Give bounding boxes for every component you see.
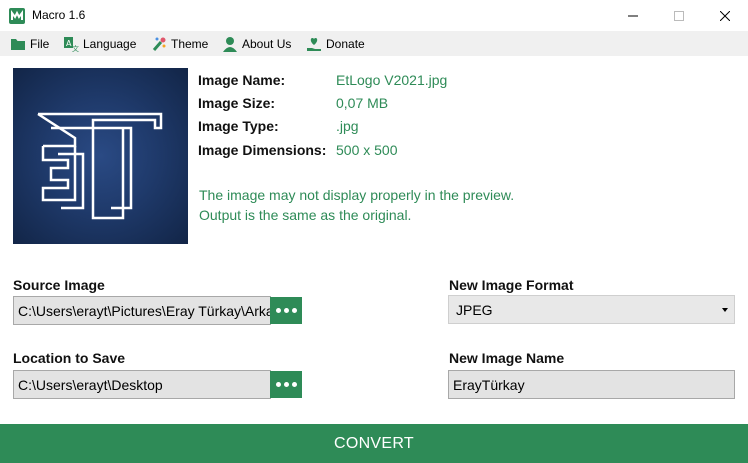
dropdown-arrow-icon bbox=[722, 308, 728, 312]
image-format-value: JPEG bbox=[456, 301, 493, 318]
svg-text:文: 文 bbox=[72, 44, 79, 52]
folder-icon bbox=[10, 36, 26, 52]
image-type-value: .jpg bbox=[336, 118, 359, 134]
title-bar: Macro 1.6 bbox=[0, 0, 748, 31]
menu-donate[interactable]: Donate bbox=[306, 34, 365, 53]
image-dimensions-value: 500 x 500 bbox=[336, 142, 398, 158]
et-logo-image bbox=[37, 112, 163, 220]
person-icon bbox=[222, 36, 238, 52]
convert-button[interactable]: CONVERT bbox=[0, 424, 748, 463]
heart-hand-icon bbox=[306, 36, 322, 52]
image-format-select[interactable]: JPEG bbox=[448, 295, 735, 324]
image-name-value: EtLogo V2021.jpg bbox=[336, 72, 448, 88]
save-location-label: Location to Save bbox=[13, 350, 126, 366]
minimize-button[interactable] bbox=[610, 0, 656, 31]
translate-icon: A文 bbox=[63, 36, 79, 53]
menu-donate-label: Donate bbox=[326, 36, 365, 51]
maximize-button[interactable] bbox=[656, 0, 702, 31]
source-image-input[interactable]: C:\Users\erayt\Pictures\Eray Türkay\Arka… bbox=[13, 296, 271, 325]
new-image-name-label: New Image Name bbox=[449, 350, 565, 366]
menu-theme[interactable]: Theme bbox=[151, 34, 208, 53]
source-image-label: Source Image bbox=[13, 277, 105, 293]
save-location-input[interactable]: C:\Users\erayt\Desktop bbox=[13, 370, 271, 399]
menu-language-label: Language bbox=[83, 36, 137, 51]
close-icon bbox=[720, 10, 730, 21]
image-size-value: 0,07 MB bbox=[336, 95, 389, 111]
image-preview bbox=[13, 68, 188, 244]
image-dimensions-label: Image Dimensions: bbox=[198, 142, 327, 158]
menu-language[interactable]: A文 Language bbox=[63, 34, 136, 53]
image-format-label: New Image Format bbox=[449, 277, 574, 293]
image-name-label: Image Name: bbox=[198, 72, 286, 88]
minimize-icon bbox=[628, 15, 638, 16]
menu-bar: File A文 Language Theme About Us Donate bbox=[0, 31, 748, 56]
window-title: Macro 1.6 bbox=[32, 8, 86, 22]
preview-note-line1: The image may not display properly in th… bbox=[199, 187, 515, 203]
menu-about-us[interactable]: About Us bbox=[222, 34, 291, 53]
menu-theme-label: Theme bbox=[171, 36, 209, 51]
new-image-name-input[interactable]: ErayTürkay bbox=[448, 370, 735, 399]
menu-file-label: File bbox=[30, 36, 50, 51]
browse-source-button[interactable] bbox=[270, 297, 302, 324]
app-logo-icon bbox=[9, 8, 25, 24]
image-type-label: Image Type: bbox=[198, 118, 279, 134]
preview-note-line2: Output is the same as the original. bbox=[199, 207, 412, 223]
paint-brush-icon bbox=[151, 36, 167, 52]
browse-save-button[interactable] bbox=[270, 371, 302, 398]
image-size-label: Image Size: bbox=[198, 95, 276, 111]
maximize-icon bbox=[674, 10, 684, 21]
close-button[interactable] bbox=[702, 0, 748, 31]
menu-about-label: About Us bbox=[242, 36, 292, 51]
menu-file[interactable]: File bbox=[10, 34, 49, 53]
